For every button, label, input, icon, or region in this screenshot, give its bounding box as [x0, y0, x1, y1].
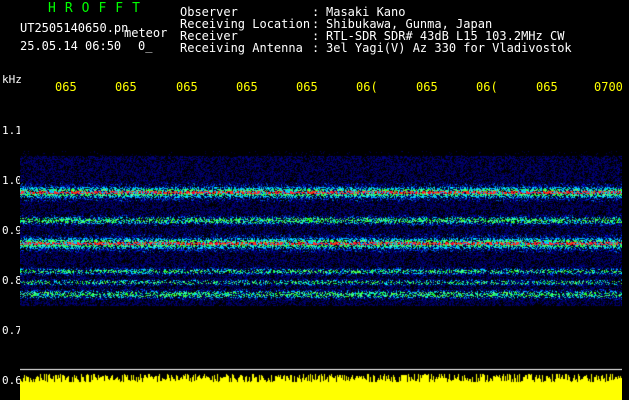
antenna-sep: :: [312, 41, 320, 55]
date-time: 25.05.14 06:50: [20, 39, 122, 53]
time-label: 0700: [594, 80, 623, 94]
time-label: 065: [416, 80, 438, 94]
time-label: 065: [236, 80, 258, 94]
time-label: 065: [296, 80, 318, 94]
filename: UT2505140650.pn: [20, 21, 129, 35]
time-label: 065: [55, 80, 77, 94]
y-tick-label: 0.9: [2, 224, 22, 237]
y-tick-label: 1.0: [2, 174, 22, 187]
antenna-value: 3el Yagi(V) Az 330 for Vladivostok: [326, 41, 572, 55]
time-label: 065: [536, 80, 558, 94]
y-tick-label: 0.7: [2, 324, 22, 337]
y-tick-label: 0.6: [2, 374, 22, 387]
antenna-label: Receiving Antenna: [180, 41, 303, 55]
spectrogram-canvas: [20, 96, 622, 400]
time-label: 06(: [356, 80, 378, 94]
unit-label: kHz: [2, 73, 22, 86]
spectrogram-plot: [20, 96, 622, 400]
time-label: 065: [115, 80, 137, 94]
app-title: HROFFT: [48, 1, 149, 16]
y-tick-label: 0.8: [2, 274, 22, 287]
time-label: 06(: [476, 80, 498, 94]
y-tick-label: 1.1: [2, 124, 22, 137]
time-label: 065: [176, 80, 198, 94]
count: 0_: [138, 39, 153, 53]
mode-label: meteor: [124, 26, 168, 40]
